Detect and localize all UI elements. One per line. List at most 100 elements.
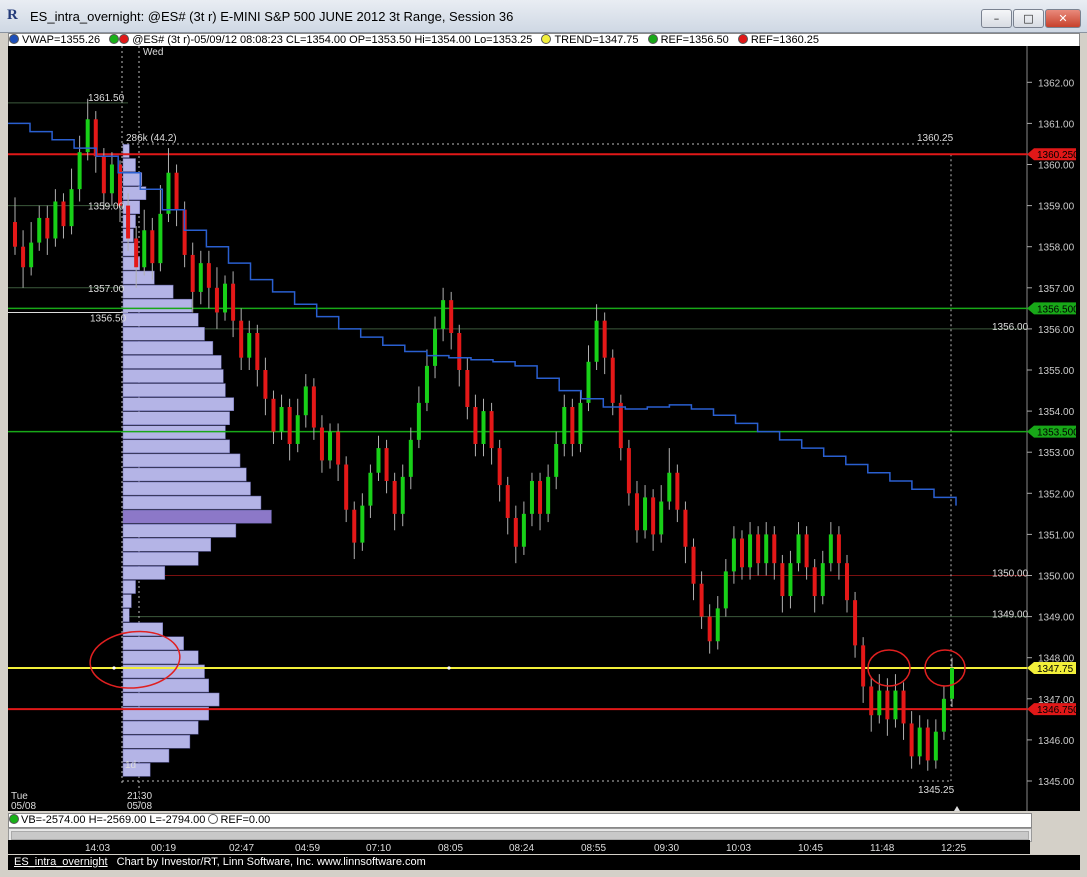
vb-dot-icon: [9, 814, 19, 824]
volume-profile-bar: [122, 580, 136, 594]
volume-profile-bar: [122, 552, 199, 566]
candle-up: [223, 283, 228, 313]
candle-down: [772, 534, 777, 564]
candle-up: [950, 667, 954, 699]
quote-legend[interactable]: @ES# (3t r)-05/09/12 08:08:23 CL=1354.00…: [109, 34, 535, 46]
price-chart[interactable]: 1344.001345.001346.001347.001348.001349.…: [8, 46, 1080, 829]
annotation-label: 1359.00: [88, 202, 125, 213]
price-tick-label: 1349.00: [1038, 613, 1075, 624]
candle-down: [675, 472, 680, 510]
price-tick-label: 1362.00: [1038, 78, 1075, 89]
minimize-button[interactable]: –: [981, 9, 1012, 28]
price-tick-label: 1354.00: [1038, 407, 1075, 418]
annotation-label: 1357.00: [88, 284, 125, 295]
candle-down: [836, 534, 841, 564]
volume-profile-bar: [122, 538, 212, 552]
candle-down: [206, 263, 211, 288]
candle-up: [368, 472, 373, 506]
time-tick-label: 09:30: [654, 843, 679, 854]
status-bar: ES_intra_overnight Chart by Investor/RT,…: [8, 855, 1080, 870]
candle-up: [77, 152, 82, 190]
window-titlebar: R ES_intra_overnight: @ES# (3t r) E-MINI…: [0, 0, 1087, 33]
price-tick-label: 1355.00: [1038, 366, 1075, 377]
candle-up: [295, 415, 300, 444]
candle-up: [748, 534, 753, 568]
trend-anchor-dot: [447, 666, 451, 670]
candle-down: [311, 386, 316, 428]
price-tick-label: 1356.00: [1038, 325, 1075, 336]
candle-down: [287, 406, 292, 444]
volume-profile-bar: [122, 383, 226, 397]
candle-up: [303, 386, 308, 416]
candle-down: [610, 357, 615, 403]
vb-ref-legend[interactable]: REF=0.00: [208, 814, 270, 826]
vwap-legend[interactable]: VWAP=1355.26: [9, 34, 103, 46]
candle-down: [231, 283, 236, 321]
volume-profile-bar: [122, 678, 209, 693]
credit-text: Chart by Investor/RT, Linn Software, Inc…: [116, 856, 426, 868]
reference-price-tag: 1360.250: [1027, 148, 1079, 161]
candle-down: [457, 333, 462, 370]
candle-down: [626, 448, 631, 494]
annotation-label: 286k (44.2): [126, 133, 177, 144]
annotation-label: 1356.00: [992, 322, 1029, 333]
indicator-info-bar: VWAP=1355.26 @ES# (3t r)-05/09/12 08:08:…: [8, 33, 1080, 47]
volume-profile-bar: [122, 158, 136, 172]
ref-green-legend[interactable]: REF=1356.50: [647, 34, 732, 46]
volume-profile-bar: [122, 439, 230, 454]
volume-profile-bar: [122, 242, 135, 257]
volume-profile-bar: [122, 523, 237, 538]
candle-up: [166, 172, 171, 214]
reference-tag-label: 1346.750: [1037, 705, 1079, 716]
candle-down: [473, 406, 478, 444]
maximize-button[interactable]: □: [1013, 9, 1044, 28]
candle-down: [618, 402, 623, 449]
scrollbar-thumb[interactable]: [11, 831, 1029, 840]
price-tick-label: 1359.00: [1038, 202, 1075, 213]
volume-profile-bar: [122, 566, 166, 580]
candle-up: [142, 230, 147, 268]
candle-down: [126, 205, 131, 239]
candle-up: [69, 189, 74, 227]
price-tick-label: 1352.00: [1038, 489, 1075, 500]
candle-down: [739, 538, 744, 568]
reference-price-tag: 1353.500: [1027, 425, 1079, 439]
candle-up: [877, 690, 882, 716]
trend-anchor-dot: [112, 666, 116, 670]
price-tick-label: 1351.00: [1038, 530, 1075, 541]
volume-profile-bar: [122, 453, 241, 468]
candle-down: [780, 563, 785, 597]
candle-up: [562, 406, 567, 444]
candle-up: [941, 698, 946, 732]
candle-up: [546, 476, 551, 514]
candle-down: [150, 230, 155, 264]
ref-green-dot-icon: [647, 34, 658, 44]
candle-down: [134, 238, 139, 268]
volume-profile-bar: [122, 495, 262, 510]
time-tick-label: 00:19: [151, 843, 176, 854]
app-logo-icon: R: [7, 7, 18, 23]
trend-legend[interactable]: TREND=1347.75: [541, 34, 641, 46]
time-tick-label: 08:55: [581, 843, 606, 854]
volume-profile-bar: [122, 369, 224, 383]
candle-down: [901, 690, 906, 724]
candle-up: [578, 402, 583, 444]
ref-red-legend[interactable]: REF=1360.25: [737, 34, 822, 46]
price-tick-label: 1345.00: [1038, 777, 1075, 788]
candle-down: [101, 156, 106, 194]
candle-up: [441, 300, 446, 329]
close-button[interactable]: ✕: [1045, 9, 1081, 28]
annotation-label: 1349.00: [992, 610, 1029, 621]
candle-up: [29, 242, 34, 268]
profile-tag-label: 1d: [125, 760, 136, 771]
price-tick-label: 1360.00: [1038, 161, 1075, 172]
vb-legend[interactable]: VB=-2574.00 H=-2569.00 L=-2794.00: [9, 814, 205, 826]
candle-up: [529, 480, 534, 514]
candle-down: [319, 427, 324, 461]
price-tick-label: 1350.00: [1038, 572, 1075, 583]
candle-up: [788, 563, 793, 597]
chart-tab[interactable]: ES_intra_overnight: [8, 855, 114, 870]
candle-down: [683, 509, 688, 547]
price-tick-label: 1353.00: [1038, 448, 1075, 459]
time-tick-label: 08:24: [509, 843, 534, 854]
